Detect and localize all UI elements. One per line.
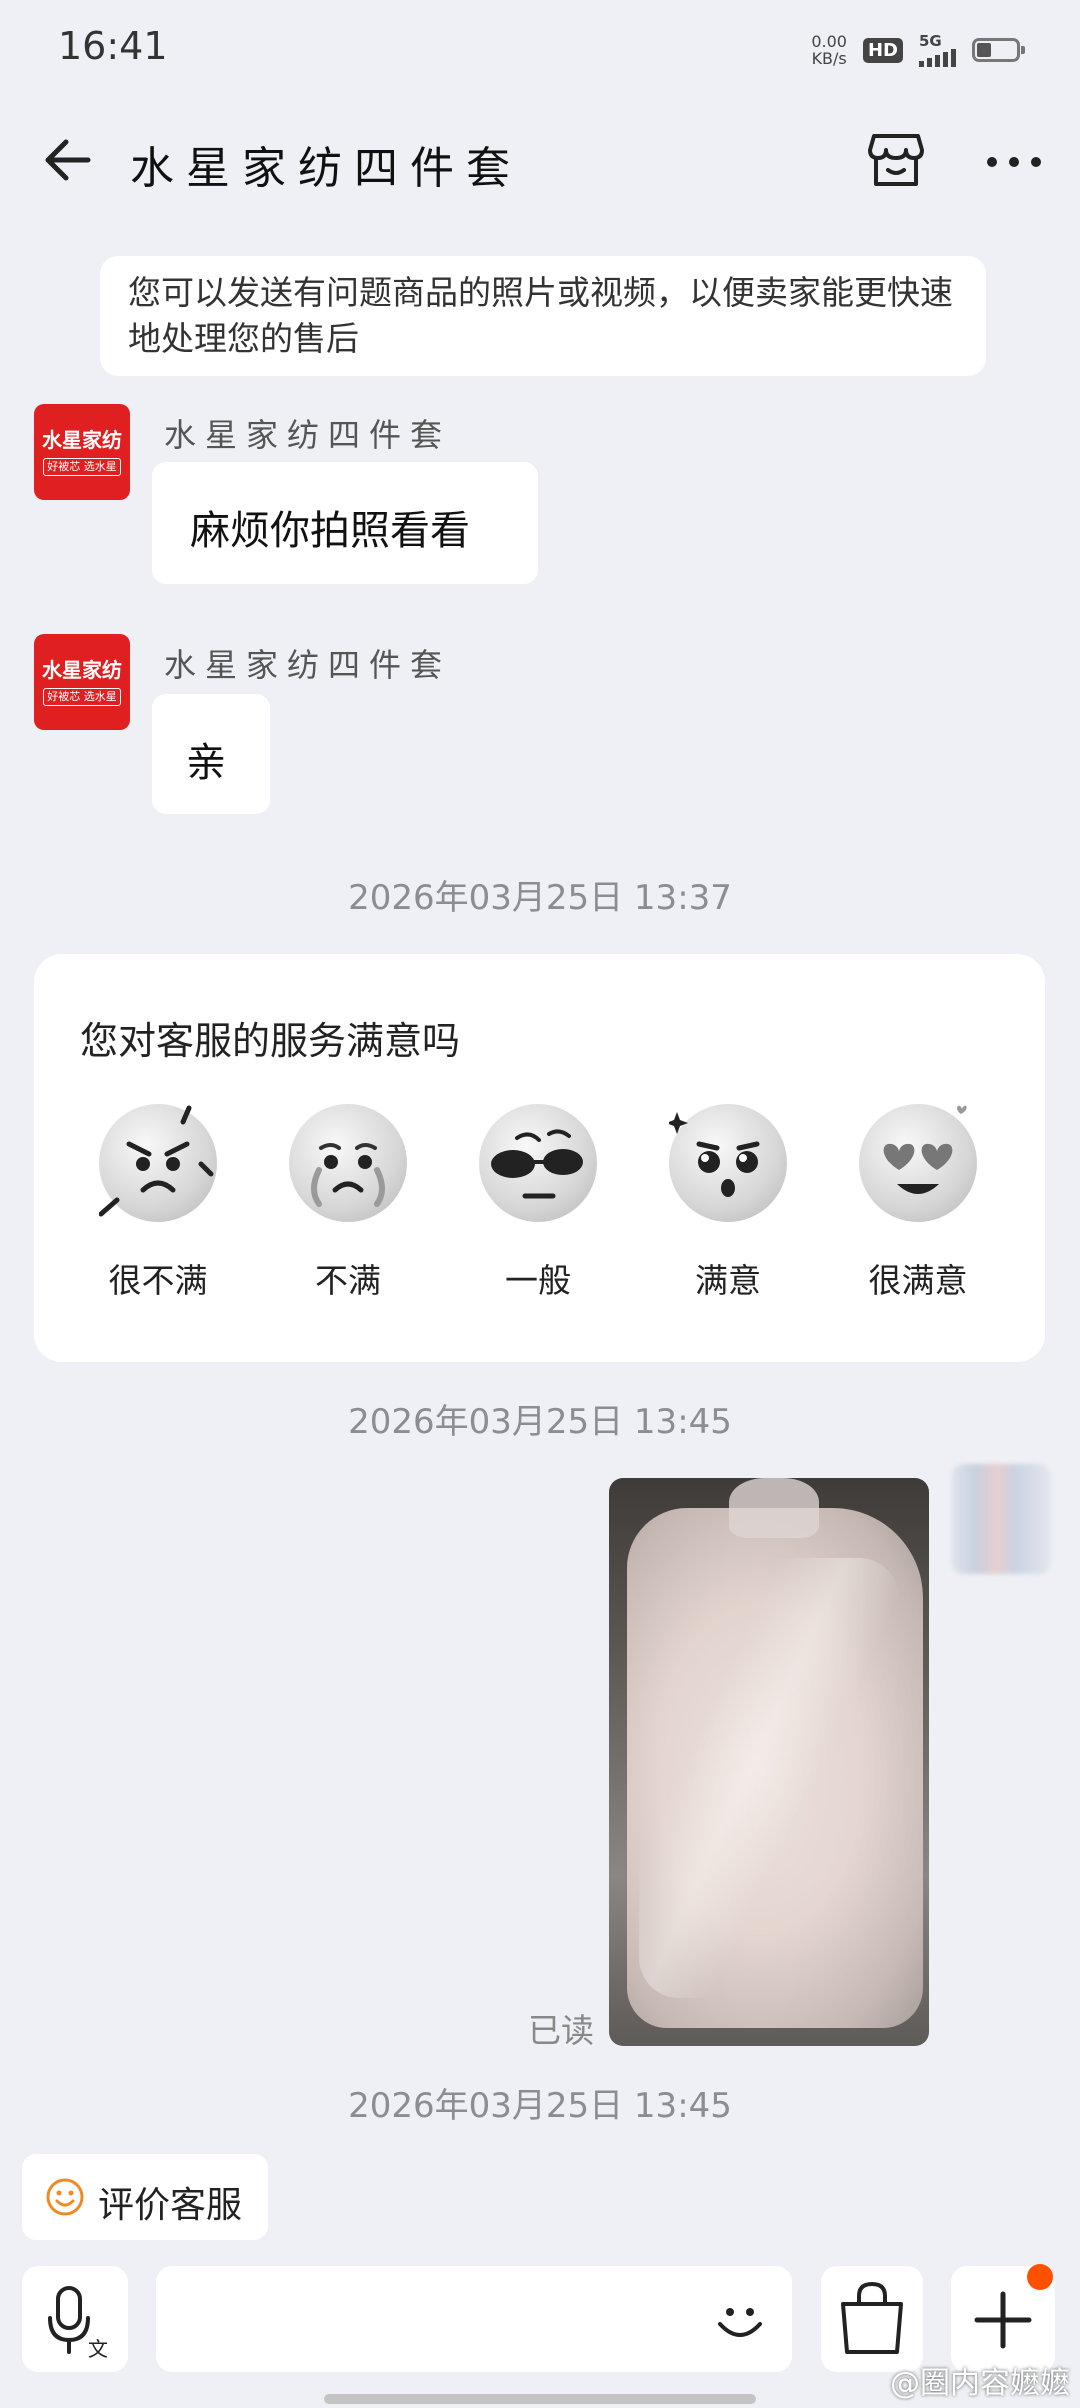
- survey-option-label: 很不满: [108, 1261, 208, 1300]
- survey-option-neutral[interactable]: 一般: [438, 1104, 638, 1344]
- survey-option-label: 不满: [315, 1261, 381, 1300]
- more-actions-button[interactable]: [951, 2264, 1055, 2372]
- survey-option-label: 很满意: [868, 1261, 968, 1300]
- message-bubble[interactable]: 麻烦你拍照看看: [152, 462, 538, 584]
- read-status: 已读: [528, 2011, 594, 2050]
- merchant-logo-slogan: 好被芯 选水星: [43, 458, 121, 476]
- more-button[interactable]: [982, 130, 1046, 194]
- page-title: 水星家纺四件套: [130, 143, 522, 194]
- message-input[interactable]: [156, 2266, 792, 2372]
- merchant-logo-text: 水星家纺: [42, 428, 122, 452]
- starry-eyes-face-icon: [669, 1104, 787, 1222]
- rate-service-label: 评价客服: [98, 2185, 243, 2226]
- voice-input-button[interactable]: 文: [22, 2266, 128, 2372]
- back-button[interactable]: [40, 130, 100, 190]
- user-avatar[interactable]: [951, 1464, 1051, 1574]
- survey-option-very-dissatisfied[interactable]: 很不满: [58, 1104, 258, 1344]
- sunglasses-face-icon: [479, 1104, 597, 1222]
- crying-face-icon: [289, 1104, 407, 1222]
- home-indicator[interactable]: [324, 2394, 756, 2404]
- survey-option-satisfied[interactable]: 满意: [628, 1104, 828, 1344]
- survey-option-label: 满意: [695, 1261, 761, 1300]
- merchant-avatar[interactable]: 水星家纺 好被芯 选水星: [34, 634, 130, 730]
- timestamp: 2026年03月25日 13:45: [348, 1402, 732, 1442]
- shopping-bag-icon: [841, 2281, 903, 2354]
- microphone-icon: 文: [48, 2286, 108, 2361]
- watermark: @圈内容嬷嬷: [890, 2358, 1070, 2402]
- timestamp: 2026年03月25日 13:37: [348, 878, 732, 918]
- network-type: 5G: [919, 31, 942, 50]
- merchant-logo-text: 水星家纺: [42, 658, 122, 682]
- watermark-text: @圈内容嬷嬷: [890, 2366, 1070, 2401]
- rate-service-button[interactable]: 评价客服: [22, 2154, 268, 2240]
- smiley-icon: [46, 2178, 84, 2216]
- net-speed-unit: KB/s: [811, 49, 847, 68]
- battery-icon: [972, 38, 1025, 62]
- message-sender: 水星家纺四件套: [164, 646, 452, 684]
- status-time: 16:41: [58, 24, 168, 68]
- order-button[interactable]: [821, 2266, 923, 2372]
- survey-option-very-satisfied[interactable]: 很满意: [818, 1104, 1018, 1344]
- net-speed-value: 0.00: [811, 32, 847, 51]
- message-bubble[interactable]: 亲: [152, 694, 270, 814]
- more-dots-icon: [987, 157, 1041, 167]
- notification-dot: [1027, 2264, 1053, 2290]
- merchant-logo-slogan: 好被芯 选水星: [43, 688, 121, 706]
- emoji-button[interactable]: [710, 2290, 770, 2350]
- survey-option-label: 一般: [505, 1261, 571, 1300]
- message-sender: 水星家纺四件套: [164, 416, 452, 454]
- arrow-left-icon: [45, 139, 91, 181]
- satisfaction-survey: 您对客服的服务满意吗 很不满 不满 一般 满意 很满意: [34, 954, 1045, 1362]
- sent-photo[interactable]: [609, 1478, 929, 2046]
- merchant-avatar[interactable]: 水星家纺 好被芯 选水星: [34, 404, 130, 500]
- shop-button[interactable]: [864, 128, 928, 192]
- svg-text:文: 文: [88, 2337, 108, 2361]
- survey-option-dissatisfied[interactable]: 不满: [248, 1104, 448, 1344]
- hd-badge: HD: [862, 37, 903, 63]
- timestamp: 2026年03月25日 13:45: [348, 2086, 732, 2126]
- heart-eyes-face-icon: [859, 1104, 977, 1222]
- status-icons: 0.00 KB/s HD 5G: [811, 30, 1025, 70]
- net-speed: 0.00 KB/s: [811, 33, 847, 67]
- system-notice: 您可以发送有问题商品的照片或视频，以便卖家能更快速地处理您的售后: [100, 256, 986, 376]
- angry-face-icon: [99, 1104, 217, 1222]
- storefront-icon: [868, 134, 924, 186]
- signal-icon: 5G: [919, 31, 956, 67]
- survey-question: 您对客服的服务满意吗: [80, 1019, 461, 1063]
